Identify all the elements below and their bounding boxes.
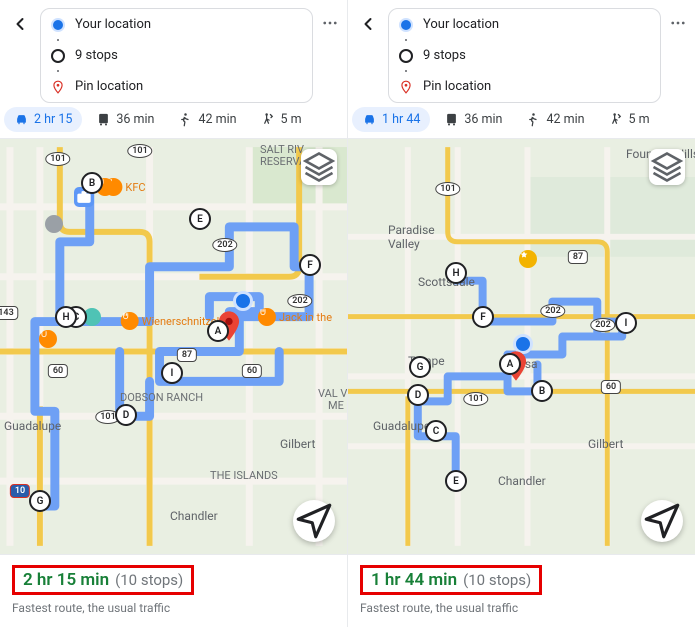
eta-highlight: 2 hr 15 min (10 stops) [12,565,194,595]
travel-modes: 1 hr 44 36 min 42 min 5 m [348,107,695,139]
eta-highlight: 1 hr 44 min (10 stops) [360,565,542,595]
top-bar: Your location 9 stops Pin location [348,0,695,107]
mode-rideshare[interactable]: 5 m [599,107,660,132]
stop-marker[interactable]: D [115,404,137,426]
stops-count-label: 9 stops [75,48,118,63]
recenter-button[interactable] [293,500,335,542]
result-sheet[interactable]: 2 hr 15 min (10 stops) Fastest route, th… [0,554,347,627]
stop-marker[interactable]: D [407,384,429,406]
mode-drive-eta: 1 hr 44 [382,112,420,127]
stops-icon [51,49,65,63]
route-subtitle: Fastest route, the usual traffic [12,601,335,615]
mode-transit-eta: 36 min [464,112,502,127]
back-button[interactable] [6,8,34,44]
eta-text: 1 hr 44 min [371,570,457,590]
mode-drive-eta: 2 hr 15 [34,112,72,127]
stops-text: (10 stops) [115,571,183,589]
stop-marker[interactable]: F [299,254,321,276]
poi-jack[interactable]: Jack in the [258,308,332,326]
top-bar: Your location 9 stops Pin location [0,0,347,107]
mode-transit-eta: 36 min [116,112,154,127]
poi-wiener[interactable]: Wienerschnitzel [121,312,220,330]
stop-marker[interactable]: A [207,320,229,342]
poi-star[interactable] [519,250,537,268]
your-location-icon [51,18,65,32]
mode-rideshare[interactable]: 5 m [251,107,312,132]
mode-walk[interactable]: 42 min [516,107,594,132]
travel-modes: 2 hr 15 36 min 42 min 5 m [0,107,347,139]
destination-pin-icon [51,80,65,94]
stop-marker[interactable]: B [531,380,553,402]
map-canvas[interactable]: Fountain Hills Paradise Valley Scottsdal… [348,139,695,554]
your-location-label: Your location [423,17,499,32]
layers-button[interactable] [649,149,685,185]
route-card[interactable]: Your location 9 stops Pin location [388,8,661,103]
generic-marker [45,215,63,233]
stop-marker[interactable]: H [445,262,467,284]
comparison-left: Your location 9 stops Pin location [0,0,348,627]
poi-food[interactable] [39,330,57,348]
layers-button[interactable] [301,149,337,185]
stop-marker[interactable]: C [425,420,447,442]
stop-marker[interactable]: H [55,306,77,328]
route-subtitle: Fastest route, the usual traffic [360,601,683,615]
stop-marker[interactable]: A [499,353,521,375]
mode-ride-eta: 5 m [281,112,302,127]
mode-walk-eta: 42 min [198,112,236,127]
destination-pin-icon [399,80,413,94]
mode-transit[interactable]: 36 min [434,107,512,132]
map-canvas[interactable]: SALT RIV RESERVAT DOBSON RANCH THE ISLAN… [0,139,347,554]
your-location-icon [399,18,413,32]
result-sheet[interactable]: 1 hr 44 min (10 stops) Fastest route, th… [348,554,695,627]
mode-ride-eta: 5 m [629,112,650,127]
stop-marker[interactable]: G [29,490,51,512]
destination-label: Pin location [423,79,491,94]
mode-walk-eta: 42 min [546,112,584,127]
stop-marker[interactable]: E [189,208,211,230]
stops-icon [399,49,413,63]
back-button[interactable] [354,8,382,44]
stop-marker[interactable]: I [615,312,637,334]
mode-drive[interactable]: 2 hr 15 [4,107,82,132]
current-location-dot [233,291,253,311]
recenter-button[interactable] [641,500,683,542]
mode-transit[interactable]: 36 min [86,107,164,132]
stops-count-label: 9 stops [423,48,466,63]
stop-marker[interactable]: E [445,470,467,492]
comparison-right: Your location 9 stops Pin location 1 hr … [348,0,695,627]
stop-marker[interactable]: B [81,172,103,194]
mode-drive[interactable]: 1 hr 44 [352,107,430,132]
your-location-label: Your location [75,17,151,32]
overflow-menu-button[interactable] [319,8,341,42]
route-card[interactable]: Your location 9 stops Pin location [40,8,313,103]
mode-walk[interactable]: 42 min [168,107,246,132]
overflow-menu-button[interactable] [667,8,689,42]
stop-marker[interactable]: I [161,362,183,384]
stops-text: (10 stops) [463,571,531,589]
stop-marker[interactable]: G [409,356,431,378]
stop-marker[interactable]: F [472,306,494,328]
destination-label: Pin location [75,79,143,94]
eta-text: 2 hr 15 min [23,570,109,590]
